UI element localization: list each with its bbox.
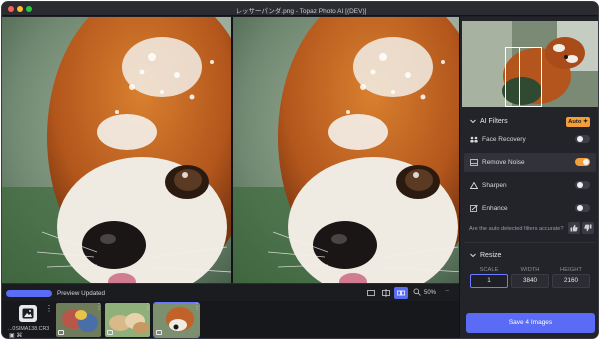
thumbs-up-button[interactable] — [568, 222, 580, 234]
settings-panel: AI Filters Auto ✦ Face Recovery Remove N… — [459, 17, 598, 338]
more-options-icon[interactable]: ⋮ — [95, 303, 103, 311]
progress-bar — [6, 290, 52, 297]
split-view-icon — [382, 289, 390, 297]
original-preview[interactable] — [2, 17, 231, 283]
split-view-button[interactable] — [379, 287, 393, 299]
filter-row-sharpen[interactable]: Sharpen — [464, 176, 596, 195]
single-view-icon — [367, 290, 375, 296]
thumbs-down-button[interactable] — [582, 222, 594, 234]
navigator-preview[interactable] — [462, 21, 598, 107]
filter-row-enhance[interactable]: Enhance — [464, 199, 596, 218]
zoom-out-button[interactable]: − — [445, 288, 449, 295]
toggle-knob — [576, 182, 583, 188]
filter-label: Face Recovery — [482, 136, 526, 143]
thumbs-up-icon — [570, 224, 578, 232]
navigator-split-line — [519, 47, 520, 107]
processed-preview[interactable] — [233, 17, 459, 283]
sharpen-toggle[interactable] — [575, 181, 590, 189]
auto-button[interactable]: Auto ✦ — [566, 117, 590, 127]
image-strip: ...0SIMA138.CR3 ⋮ ▣ ⌘ ⋮ ⋮ ⋮ — [2, 301, 459, 339]
preview-toolbar: Preview Updated 50% − — [2, 283, 459, 301]
more-options-icon[interactable]: ⋮ — [144, 303, 152, 311]
thumbs-down-icon — [584, 224, 592, 232]
chevron-down-icon[interactable] — [470, 119, 476, 124]
navigator-viewport[interactable] — [505, 47, 542, 107]
side-by-side-view-button[interactable] — [394, 287, 408, 299]
toggle-knob — [576, 136, 583, 142]
section-divider — [464, 242, 596, 243]
face-recovery-toggle[interactable] — [575, 135, 590, 143]
filter-row-remove-noise[interactable]: Remove Noise — [464, 153, 596, 172]
height-header: HEIGHT — [560, 267, 582, 273]
status-text: Preview Updated — [57, 290, 105, 297]
height-input[interactable]: 2160 — [552, 274, 590, 288]
image-badge-icon — [58, 330, 64, 335]
image-badge-icon — [156, 330, 162, 335]
filter-row-face-recovery[interactable]: Face Recovery — [464, 130, 596, 149]
width-header: WIDTH — [520, 267, 540, 273]
enhance-icon — [470, 205, 478, 212]
toggle-knob — [582, 159, 589, 165]
feedback-question: Are the auto detected filters accurate? — [469, 226, 564, 232]
more-options-icon[interactable]: ⋮ — [45, 305, 53, 313]
zoom-icon[interactable] — [413, 288, 421, 296]
image-icon — [19, 305, 37, 322]
title-bar: レッサーパンダ.png - Topaz Photo AI [(DEV)] — [2, 2, 598, 16]
resize-heading: Resize — [480, 252, 502, 259]
faces-icon — [470, 136, 478, 143]
zoom-level[interactable]: 50% — [424, 290, 436, 296]
file-type-icons: ▣ ⌘ — [9, 333, 23, 339]
noise-icon — [470, 159, 478, 166]
image-badge-icon — [107, 330, 113, 335]
side-by-side-icon — [397, 290, 405, 296]
sharpen-icon — [470, 182, 478, 189]
width-input[interactable]: 3840 — [511, 274, 549, 288]
sparkle-icon: ✦ — [582, 119, 588, 125]
enhance-toggle[interactable] — [575, 204, 590, 212]
chevron-down-icon[interactable] — [470, 253, 476, 258]
filter-label: Remove Noise — [482, 159, 525, 166]
filter-label: Enhance — [482, 205, 508, 212]
scale-input[interactable]: 1 — [470, 274, 508, 288]
save-images-button[interactable]: Save 4 Images — [466, 313, 595, 333]
remove-noise-toggle[interactable] — [575, 158, 590, 166]
add-images-tile[interactable]: ...0SIMA138.CR3 ⋮ ▣ ⌘ — [5, 303, 53, 339]
filter-label: Sharpen — [482, 182, 507, 189]
processed-image — [233, 17, 459, 283]
single-view-button[interactable] — [364, 287, 378, 299]
toggle-knob — [576, 205, 583, 211]
auto-label: Auto — [568, 119, 582, 125]
app-window: レッサーパンダ.png - Topaz Photo AI [(DEV)] Pre… — [1, 1, 599, 339]
window-title: レッサーパンダ.png - Topaz Photo AI [(DEV)] — [235, 8, 367, 15]
scale-header: SCALE — [479, 267, 499, 273]
more-options-icon[interactable]: ⋮ — [193, 303, 201, 311]
ai-filters-heading: AI Filters — [480, 118, 508, 125]
original-image — [2, 17, 231, 283]
